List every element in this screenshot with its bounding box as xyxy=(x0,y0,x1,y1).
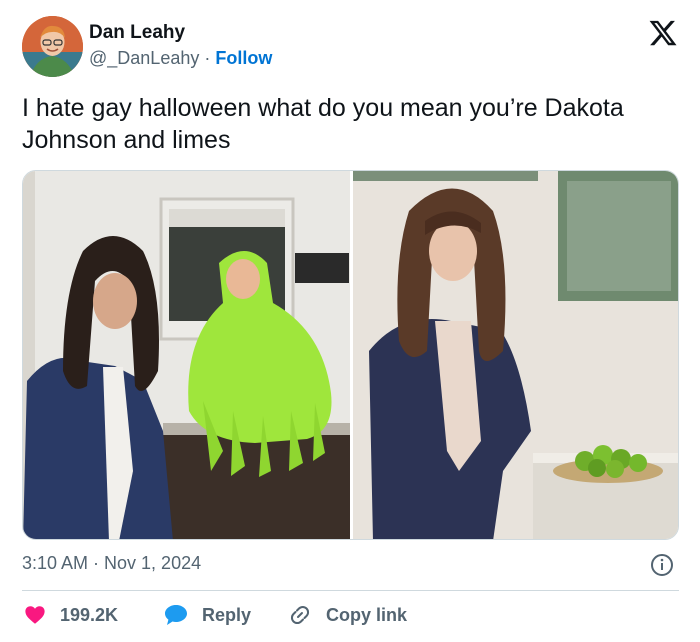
left-photo[interactable] xyxy=(23,171,350,539)
like-button[interactable]: 199.2K xyxy=(24,600,118,630)
tweet-media[interactable] xyxy=(22,170,679,540)
actions-divider xyxy=(22,590,679,591)
avatar[interactable] xyxy=(22,16,83,77)
author-name[interactable]: Dan Leahy xyxy=(89,22,185,44)
follow-link[interactable]: Follow xyxy=(215,48,272,68)
right-photo[interactable] xyxy=(353,171,678,539)
tweet-text: I hate gay halloween what do you mean yo… xyxy=(22,94,624,154)
copy-link-label: Copy link xyxy=(326,604,408,625)
link-icon xyxy=(290,605,310,625)
reply-bubble-icon xyxy=(165,605,187,625)
tweet-timestamp[interactable]: 3:10 AM · Nov 1, 2024 xyxy=(22,553,201,574)
reply-label: Reply xyxy=(202,604,252,625)
separator-dot: · xyxy=(204,48,211,68)
tweet-header: Dan Leahy @_DanLeahy · Follow xyxy=(22,16,682,80)
author-handle[interactable]: @_DanLeahy xyxy=(89,48,199,68)
action-bar: 199.2K Reply Copy link xyxy=(22,600,679,630)
info-icon[interactable] xyxy=(650,553,674,577)
reply-button[interactable]: Reply xyxy=(164,600,251,630)
x-logo-icon[interactable] xyxy=(648,18,678,48)
like-count: 199.2K xyxy=(60,604,119,625)
copy-link-button[interactable]: Copy link xyxy=(288,600,407,630)
author-handle-row: @_DanLeahy · Follow xyxy=(89,48,272,69)
heart-icon xyxy=(25,606,45,624)
